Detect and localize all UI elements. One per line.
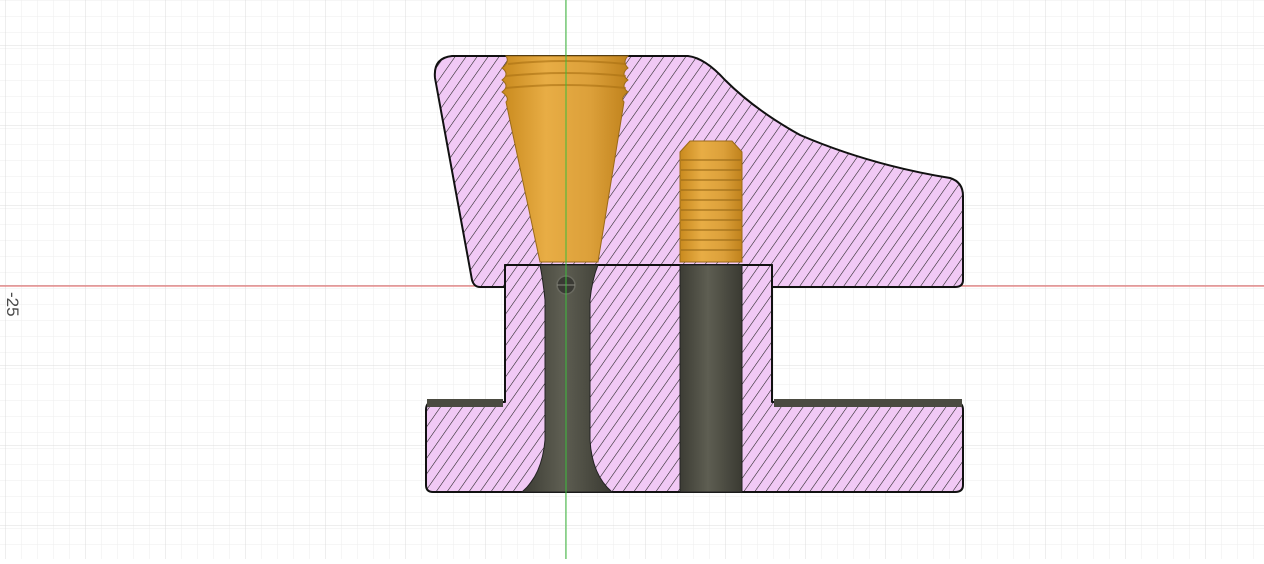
left-flange-top — [427, 399, 503, 407]
axis-dimension-label: -25 — [3, 292, 22, 317]
threaded-stud[interactable] — [679, 140, 743, 263]
right-flange-top — [774, 399, 962, 407]
sketch-canvas[interactable] — [0, 0, 1264, 559]
stud-bore[interactable] — [679, 264, 743, 493]
canvas-viewport[interactable] — [0, 0, 1264, 559]
